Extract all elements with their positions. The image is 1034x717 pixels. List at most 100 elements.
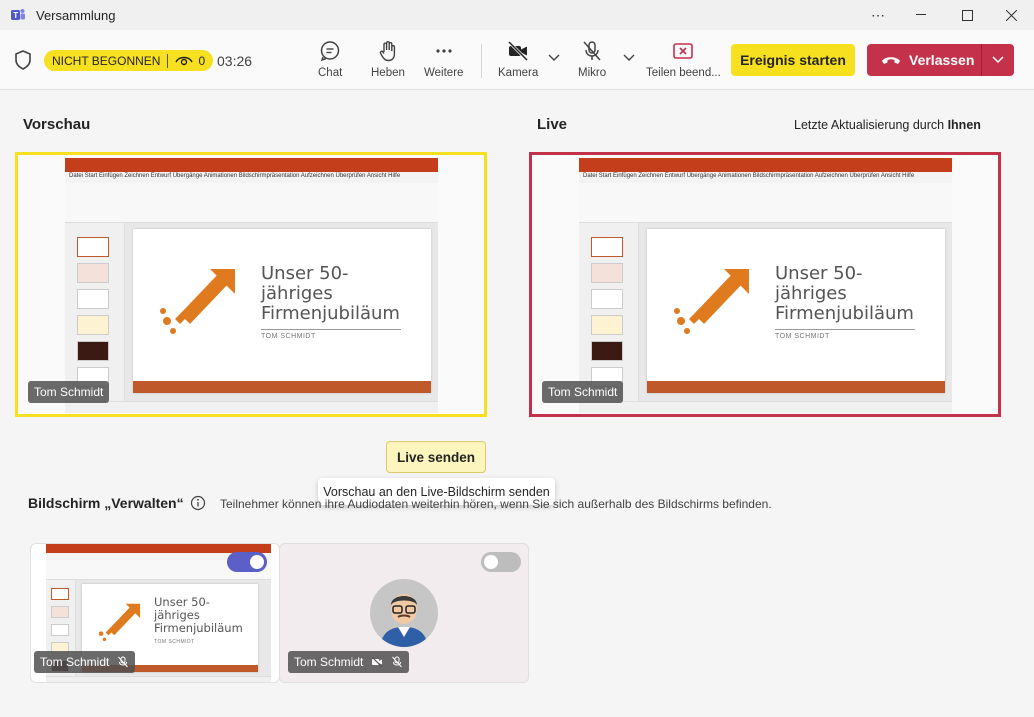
ppt-titlebar — [65, 158, 438, 172]
slide-title-line2: jähriges — [261, 283, 333, 305]
leave-label: Verlassen — [909, 52, 975, 68]
mic-off-icon — [583, 41, 601, 61]
rocket-logo-icon — [160, 269, 235, 334]
hang-up-icon — [882, 57, 900, 64]
ppt-canvas: Unser 50- jähriges Firmenjubiläum TOM SC… — [639, 223, 952, 401]
mic-label: Mikro — [578, 67, 607, 79]
slide-subtitle: TOM SCHMIDT — [775, 333, 830, 340]
close-button[interactable] — [988, 0, 1034, 30]
meeting-timer: 03:26 — [217, 53, 253, 69]
microphone-button[interactable]: Mikro — [578, 40, 606, 79]
presenter-name-tag: Tom Schmidt — [542, 381, 624, 403]
ppt-slide-thumbnails — [65, 223, 125, 401]
minimize-button[interactable] — [898, 0, 944, 30]
rocket-logo-icon — [98, 603, 141, 642]
camera-button[interactable]: Kamera — [498, 40, 538, 79]
camera-options-chevron-icon[interactable] — [548, 54, 560, 62]
participant-name-tag: Tom Schmidt — [288, 651, 410, 673]
slide: Unser 50- jähriges Firmenjubiläum TOM SC… — [647, 229, 945, 393]
ppt-ribbon — [579, 183, 952, 223]
event-status-badge: NICHT BEGONNEN 0 — [44, 50, 214, 71]
preview-heading: Vorschau — [23, 116, 91, 133]
ppt-slide-thumbnails — [579, 223, 639, 401]
mic-off-icon — [118, 656, 129, 668]
meeting-toolbar: NICHT BEGONNEN 0 03:26 Chat Heben Weiter… — [0, 30, 1034, 90]
slide-title: Unser 50- jähriges Firmenjubiläum — [154, 596, 243, 635]
ppt-canvas: Unser 50- jähriges Firmenjubiläum TOM SC… — [125, 223, 438, 401]
avatar — [370, 579, 438, 647]
more-label: Weitere — [424, 67, 464, 79]
preview-screen[interactable]: Datei Start Einfügen Zeichnen Entwurf Üb… — [15, 152, 487, 417]
slide-subtitle: TOM SCHMIDT — [154, 639, 195, 645]
leave-button[interactable]: Verlassen — [867, 44, 981, 76]
camera-toggle[interactable] — [481, 552, 521, 572]
ppt-statusbar — [65, 401, 438, 413]
rocket-logo-icon — [674, 269, 749, 334]
powerpoint-window: Datei Start Einfügen Zeichnen Entwurf Üb… — [579, 158, 952, 413]
viewers-eye-icon — [175, 56, 194, 65]
toolbar-divider — [481, 44, 482, 78]
slide-title-line1: Unser 50- — [154, 595, 210, 609]
hand-icon — [379, 41, 396, 62]
screen-share-toggle[interactable] — [227, 552, 267, 572]
chat-button[interactable]: Chat — [318, 40, 342, 79]
manage-screen-description: Teilnehmer können ihre Audiodaten weiter… — [220, 497, 772, 511]
start-event-button[interactable]: Ereignis starten — [731, 44, 855, 76]
slide-title-line2: jähriges — [154, 607, 200, 622]
camera-card[interactable]: Tom Schmidt — [279, 543, 529, 683]
maximize-button[interactable] — [944, 0, 990, 30]
last-update-info: Letzte Aktualisierung durch Ihnen — [794, 118, 981, 132]
ppt-menu: Datei Start Einfügen Zeichnen Entwurf Üb… — [65, 172, 438, 183]
camera-off-icon — [508, 40, 529, 62]
ppt-titlebar — [579, 158, 952, 172]
leave-options-button[interactable] — [982, 56, 1014, 64]
person-avatar-icon — [380, 594, 428, 647]
send-live-button[interactable]: Live senden — [386, 441, 486, 473]
participant-name: Tom Schmidt — [294, 655, 364, 669]
slide-title-line1: Unser 50- — [775, 263, 863, 284]
screen-share-card[interactable]: Unser 50- jähriges Firmenjubiläum TOM SC… — [30, 543, 280, 683]
live-heading: Live — [537, 116, 568, 133]
mic-off-icon — [392, 656, 403, 668]
ppt-menu: Datei Start Einfügen Zeichnen Entwurf Üb… — [579, 172, 952, 183]
slide-title-line3: Firmenjubiläum — [154, 620, 243, 635]
manage-screen-title: Bildschirm „Verwalten“ — [28, 495, 184, 511]
raise-label: Heben — [371, 67, 405, 79]
more-actions-button[interactable]: Weitere — [424, 40, 463, 79]
ellipsis-icon — [436, 49, 452, 53]
viewer-count: 0 — [198, 53, 206, 68]
status-label: NICHT BEGONNEN — [52, 53, 161, 68]
slide-subtitle: TOM SCHMIDT — [261, 333, 316, 340]
slide-title-line1: Unser 50- — [261, 263, 349, 284]
stop-share-label: Teilen beend... — [646, 67, 721, 79]
presenter-name-tag: Tom Schmidt — [28, 381, 110, 403]
ppt-statusbar — [579, 401, 952, 413]
camera-label: Kamera — [498, 67, 539, 79]
participant-name-tag: Tom Schmidt — [34, 651, 136, 673]
chevron-down-icon — [992, 56, 1004, 64]
participant-name: Tom Schmidt — [40, 655, 110, 669]
teams-logo-icon: T — [11, 9, 25, 20]
title-bar: T Versammlung ⋯ — [0, 0, 1034, 30]
slide: Unser 50- jähriges Firmenjubiläum TOM SC… — [133, 229, 431, 393]
stop-share-icon — [673, 43, 694, 59]
info-icon[interactable] — [190, 495, 206, 511]
chat-label: Chat — [318, 67, 343, 79]
slide-title: Unser 50- jähriges Firmenjubiläum — [261, 263, 400, 324]
mic-options-chevron-icon[interactable] — [623, 54, 635, 62]
svg-text:T: T — [13, 11, 18, 20]
camera-off-icon — [371, 656, 383, 668]
live-screen[interactable]: Datei Start Einfügen Zeichnen Entwurf Üb… — [529, 152, 1001, 417]
slide-title-line2: jähriges — [775, 283, 847, 305]
powerpoint-window: Datei Start Einfügen Zeichnen Entwurf Üb… — [65, 158, 438, 413]
shield-icon[interactable] — [14, 50, 32, 70]
stop-sharing-button[interactable]: Teilen beend... — [646, 40, 721, 79]
slide-title: Unser 50- jähriges Firmenjubiläum — [775, 263, 914, 325]
raise-hand-button[interactable]: Heben — [371, 40, 405, 79]
leave-button-group: Verlassen — [867, 44, 1014, 76]
chat-icon — [320, 41, 340, 62]
window-title: Versammlung — [36, 8, 116, 23]
slide-title-line3: Firmenjubiläum — [775, 303, 914, 325]
more-options-icon[interactable]: ⋯ — [855, 0, 901, 30]
ppt-ribbon — [65, 183, 438, 223]
